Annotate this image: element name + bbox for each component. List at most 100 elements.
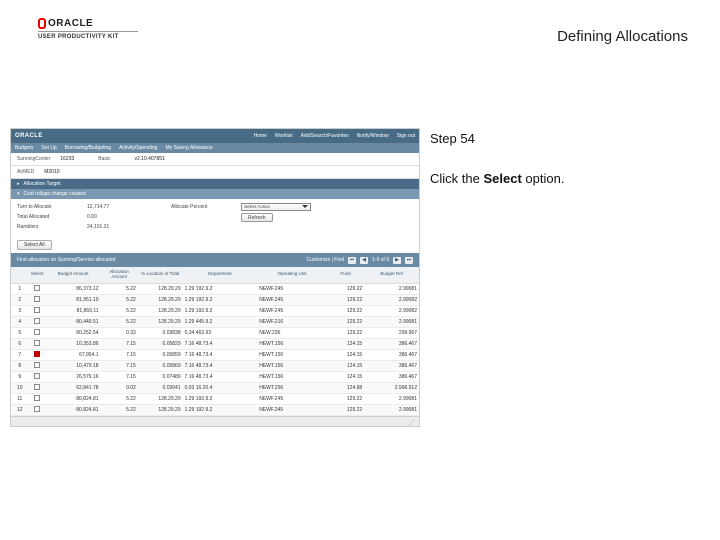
allocation-grid: Select Budget Amount Allocation Amount %… bbox=[11, 267, 419, 416]
table-cell bbox=[28, 360, 45, 371]
row-checkbox[interactable] bbox=[34, 384, 40, 390]
table-cell: 5.22 bbox=[101, 316, 138, 327]
menu-item[interactable]: Activity/Spending bbox=[119, 145, 157, 151]
context-panel: SunningCenter16233 Basic v2.10.407851 bbox=[11, 153, 419, 166]
table-cell: 0.33 bbox=[101, 327, 138, 338]
table-cell: 11 bbox=[11, 393, 28, 404]
menu-item[interactable]: Borrowing/Budgeting bbox=[65, 145, 111, 151]
table-cell: 86,373.12 bbox=[46, 283, 101, 294]
band-cost-rollups[interactable]: ▾Cost rollups change created bbox=[11, 189, 419, 199]
table-cell: 5.22 bbox=[101, 404, 138, 415]
ctx-label: Basic bbox=[98, 156, 110, 162]
table-row[interactable]: 480,449.515.22128.29.291.29 445.9.2NEWF.… bbox=[11, 316, 419, 327]
instr-bold: Select bbox=[483, 171, 521, 186]
table-cell: 1 bbox=[11, 283, 28, 294]
topbar-link[interactable]: Sign out bbox=[397, 133, 415, 139]
table-cell: 128.29.29 bbox=[138, 393, 183, 404]
col-header: % Location of Total bbox=[138, 267, 183, 283]
table-cell: NEWF.245 bbox=[257, 404, 327, 415]
table-cell: NEWF.245 bbox=[257, 305, 327, 316]
table-cell: 80,252.54 bbox=[46, 327, 101, 338]
instr-pre: Click the bbox=[430, 171, 483, 186]
table-cell: HEWT.156 bbox=[257, 371, 327, 382]
row-checkbox[interactable] bbox=[34, 351, 40, 357]
table-cell bbox=[28, 349, 45, 360]
table-cell: 62,841.78 bbox=[46, 382, 101, 393]
table-cell: 0.05829 bbox=[138, 338, 183, 349]
band-allocation-target[interactable]: ▸Allocation Target bbox=[11, 179, 419, 189]
instr-post: option. bbox=[522, 171, 565, 186]
row-checkbox[interactable] bbox=[34, 406, 40, 412]
table-cell: 7.16 48.73.4 bbox=[183, 360, 258, 371]
table-cell: 9 bbox=[11, 371, 28, 382]
row-checkbox[interactable] bbox=[34, 373, 40, 379]
table-cell: 386.467 bbox=[364, 338, 419, 349]
topbar-link[interactable]: Add/Search/Favorites bbox=[301, 133, 349, 139]
table-row[interactable]: 767,954.17.150.058597.16 48.73.4HEWT.156… bbox=[11, 349, 419, 360]
table-cell: HEWT.256 bbox=[257, 382, 327, 393]
table-cell: 0.03838 bbox=[138, 327, 183, 338]
table-row[interactable]: 1280,824.815.22128.29.291.29 192.9.2NEWF… bbox=[11, 404, 419, 415]
row-checkbox[interactable] bbox=[34, 329, 40, 335]
form-label: Ramblers bbox=[17, 224, 87, 230]
menu-item[interactable]: Budgets bbox=[15, 145, 33, 151]
table-row[interactable]: 1062,841.780.020.030410.03 16.20.4HEWT.2… bbox=[11, 382, 419, 393]
row-checkbox[interactable] bbox=[34, 395, 40, 401]
pager-first-icon[interactable]: ⏮ bbox=[348, 257, 356, 264]
menu-item[interactable]: Set Up bbox=[41, 145, 56, 151]
table-row[interactable]: 580,252.540.330.038380.34 463.93NEW.2361… bbox=[11, 327, 419, 338]
row-checkbox[interactable] bbox=[34, 307, 40, 313]
menu-item[interactable]: My Saving Allowance bbox=[165, 145, 212, 151]
brand-block: ORACLE USER PRODUCTIVITY KIT bbox=[38, 18, 138, 40]
col-header: Budget Ref bbox=[364, 267, 419, 283]
table-cell: 299.967 bbox=[364, 327, 419, 338]
table-cell: 2.996.912 bbox=[364, 382, 419, 393]
refresh-button[interactable]: Refresh bbox=[241, 213, 273, 222]
table-cell: 10 bbox=[11, 382, 28, 393]
row-checkbox[interactable] bbox=[34, 340, 40, 346]
topbar-link[interactable]: Home bbox=[254, 133, 267, 139]
row-checkbox[interactable] bbox=[34, 318, 40, 324]
row-checkbox[interactable] bbox=[34, 285, 40, 291]
table-row[interactable]: 610,353.867.150.058297.16 48.73.4HEWT.15… bbox=[11, 338, 419, 349]
table-cell: 386.467 bbox=[364, 360, 419, 371]
table-cell: 2.99081 bbox=[364, 283, 419, 294]
app-logo: ORACLE bbox=[15, 133, 43, 139]
row-checkbox[interactable] bbox=[34, 362, 40, 368]
topbar-link[interactable]: Notify/Window bbox=[357, 133, 389, 139]
scrollbar-footer[interactable]: ⋰ bbox=[11, 416, 419, 426]
form-value: 0.00 bbox=[87, 214, 147, 220]
grid-customize-link[interactable]: Customize | Find bbox=[307, 257, 344, 263]
ctx-label: AirMED bbox=[17, 169, 34, 175]
table-row[interactable]: 281,951.195.22128.29.291.29 192.9.2NEWF.… bbox=[11, 294, 419, 305]
table-cell: 4 bbox=[11, 316, 28, 327]
row-checkbox[interactable] bbox=[34, 296, 40, 302]
table-cell: 129.22 bbox=[327, 393, 364, 404]
table-cell: 128.29.29 bbox=[138, 316, 183, 327]
pager-next-icon[interactable]: ▶ bbox=[393, 257, 401, 264]
table-cell: 5.22 bbox=[101, 294, 138, 305]
table-cell bbox=[28, 393, 45, 404]
col-header: Select bbox=[28, 267, 45, 283]
pager-prev-icon[interactable]: ◀ bbox=[360, 257, 368, 264]
table-cell: 3 bbox=[11, 305, 28, 316]
table-row[interactable]: 810,479.187.150.058697.16 48.73.4HEWT.15… bbox=[11, 360, 419, 371]
select-action-dropdown[interactable]: Select Action bbox=[241, 203, 311, 211]
table-cell: 124.15 bbox=[327, 349, 364, 360]
pager-last-icon[interactable]: ⏭ bbox=[405, 257, 413, 264]
table-cell: 7.15 bbox=[101, 360, 138, 371]
table-row[interactable]: 186,373.125.22128.29.291.29 192.9.2NEWF.… bbox=[11, 283, 419, 294]
select-all-button[interactable]: Select All bbox=[17, 240, 52, 250]
table-cell: 0.05869 bbox=[138, 360, 183, 371]
table-cell: 1.29 445.9.2 bbox=[183, 316, 258, 327]
expand-icon: ▸ bbox=[17, 181, 20, 187]
table-cell: 0.03041 bbox=[138, 382, 183, 393]
table-cell: 81,869.11 bbox=[46, 305, 101, 316]
resize-handle-icon[interactable]: ⋰ bbox=[408, 419, 415, 427]
table-row[interactable]: 381,869.115.22128.29.291.29 192.9.2NEWF.… bbox=[11, 305, 419, 316]
table-row[interactable]: 1180,824.815.22128.29.291.29 192.9.2NEWF… bbox=[11, 393, 419, 404]
table-cell: 386.467 bbox=[364, 349, 419, 360]
table-row[interactable]: 926,579.167.150.074897.16 48.73.4HEWT.15… bbox=[11, 371, 419, 382]
table-cell: 0.34 463.93 bbox=[183, 327, 258, 338]
topbar-link[interactable]: Worklist bbox=[275, 133, 293, 139]
